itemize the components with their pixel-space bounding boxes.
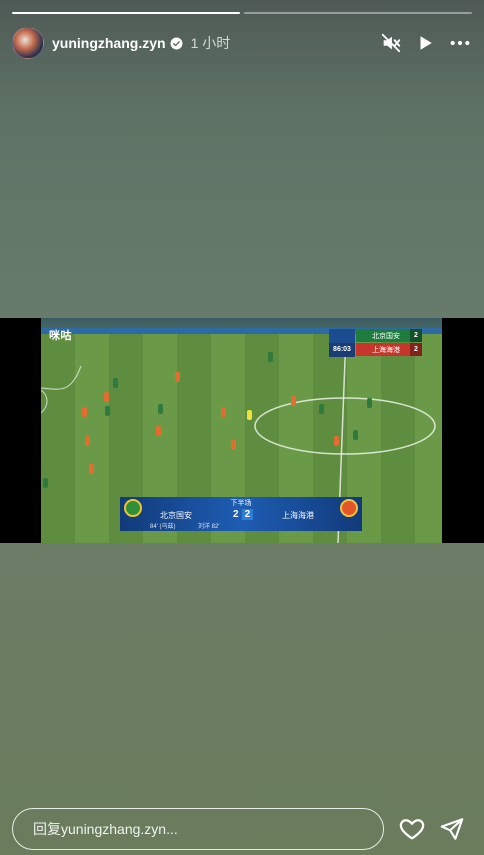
scorebug-home: 北京国安 2 bbox=[356, 329, 422, 342]
scorebug: 86:03 北京国安 2 上海海港 2 bbox=[329, 329, 422, 357]
more-horizontal-icon[interactable] bbox=[448, 32, 472, 54]
player bbox=[85, 436, 90, 446]
league-logo bbox=[329, 329, 355, 343]
lt-home-team: 北京国安 bbox=[160, 511, 192, 520]
player bbox=[104, 392, 109, 402]
progress-segment bbox=[244, 12, 472, 14]
away-team-name: 上海海港 bbox=[372, 346, 400, 354]
verified-badge-icon bbox=[170, 37, 183, 49]
player bbox=[89, 464, 94, 474]
player bbox=[158, 404, 163, 414]
player bbox=[175, 372, 180, 382]
story-header: yuningzhang.zyn 1 小时 bbox=[12, 27, 472, 59]
player bbox=[43, 478, 48, 488]
heart-icon[interactable] bbox=[398, 815, 426, 843]
player bbox=[268, 352, 273, 362]
player bbox=[113, 378, 118, 388]
header-actions bbox=[380, 32, 472, 54]
story-video[interactable]: 咪咕 86:03 北京国安 2 上海海港 2 下半场 北京国安 2 2 上海海港… bbox=[0, 318, 484, 543]
lt-away-score: 2 bbox=[241, 509, 254, 520]
player bbox=[231, 440, 236, 450]
reply-input[interactable] bbox=[13, 809, 383, 849]
match-period: 下半场 bbox=[230, 500, 252, 507]
home-score: 2 bbox=[410, 329, 422, 342]
avatar[interactable] bbox=[12, 27, 44, 59]
lt-score: 22 bbox=[230, 509, 254, 520]
progress-fill bbox=[12, 12, 240, 14]
scorebug-away: 上海海港 2 bbox=[356, 343, 422, 356]
speaker-muted-icon[interactable] bbox=[380, 32, 402, 54]
lt-scorer: 84' (乌兹) bbox=[150, 524, 176, 530]
username[interactable]: yuningzhang.zyn bbox=[52, 35, 166, 51]
score-lower-third: 下半场 北京国安 22 上海海港 84' (乌兹) 刘洋 82' bbox=[120, 497, 362, 531]
progress-segment bbox=[12, 12, 240, 14]
away-crest bbox=[340, 499, 358, 517]
football-pitch: 咪咕 86:03 北京国安 2 上海海港 2 下半场 北京国安 2 2 上海海港… bbox=[41, 318, 442, 543]
home-team-name: 北京国安 bbox=[372, 332, 400, 340]
player bbox=[353, 430, 358, 440]
player bbox=[291, 396, 296, 406]
player bbox=[367, 398, 372, 408]
time-ago: 1 小时 bbox=[190, 35, 231, 51]
lt-home-score: 2 bbox=[233, 509, 239, 520]
broadcaster-logo: 咪咕 bbox=[49, 330, 72, 342]
lt-scorer-2: 刘洋 82' bbox=[198, 524, 220, 530]
away-score: 2 bbox=[410, 343, 422, 356]
reply-box[interactable] bbox=[12, 808, 384, 850]
play-icon[interactable] bbox=[416, 34, 434, 52]
match-clock: 86:03 bbox=[329, 343, 355, 357]
referee bbox=[247, 410, 252, 420]
player bbox=[319, 404, 324, 414]
player bbox=[82, 407, 87, 417]
story-progress bbox=[12, 12, 472, 14]
lt-away-team: 上海海港 bbox=[282, 511, 314, 520]
player bbox=[334, 436, 339, 446]
player bbox=[105, 406, 110, 416]
player bbox=[156, 426, 161, 436]
send-icon[interactable] bbox=[439, 815, 465, 843]
player bbox=[221, 407, 226, 417]
